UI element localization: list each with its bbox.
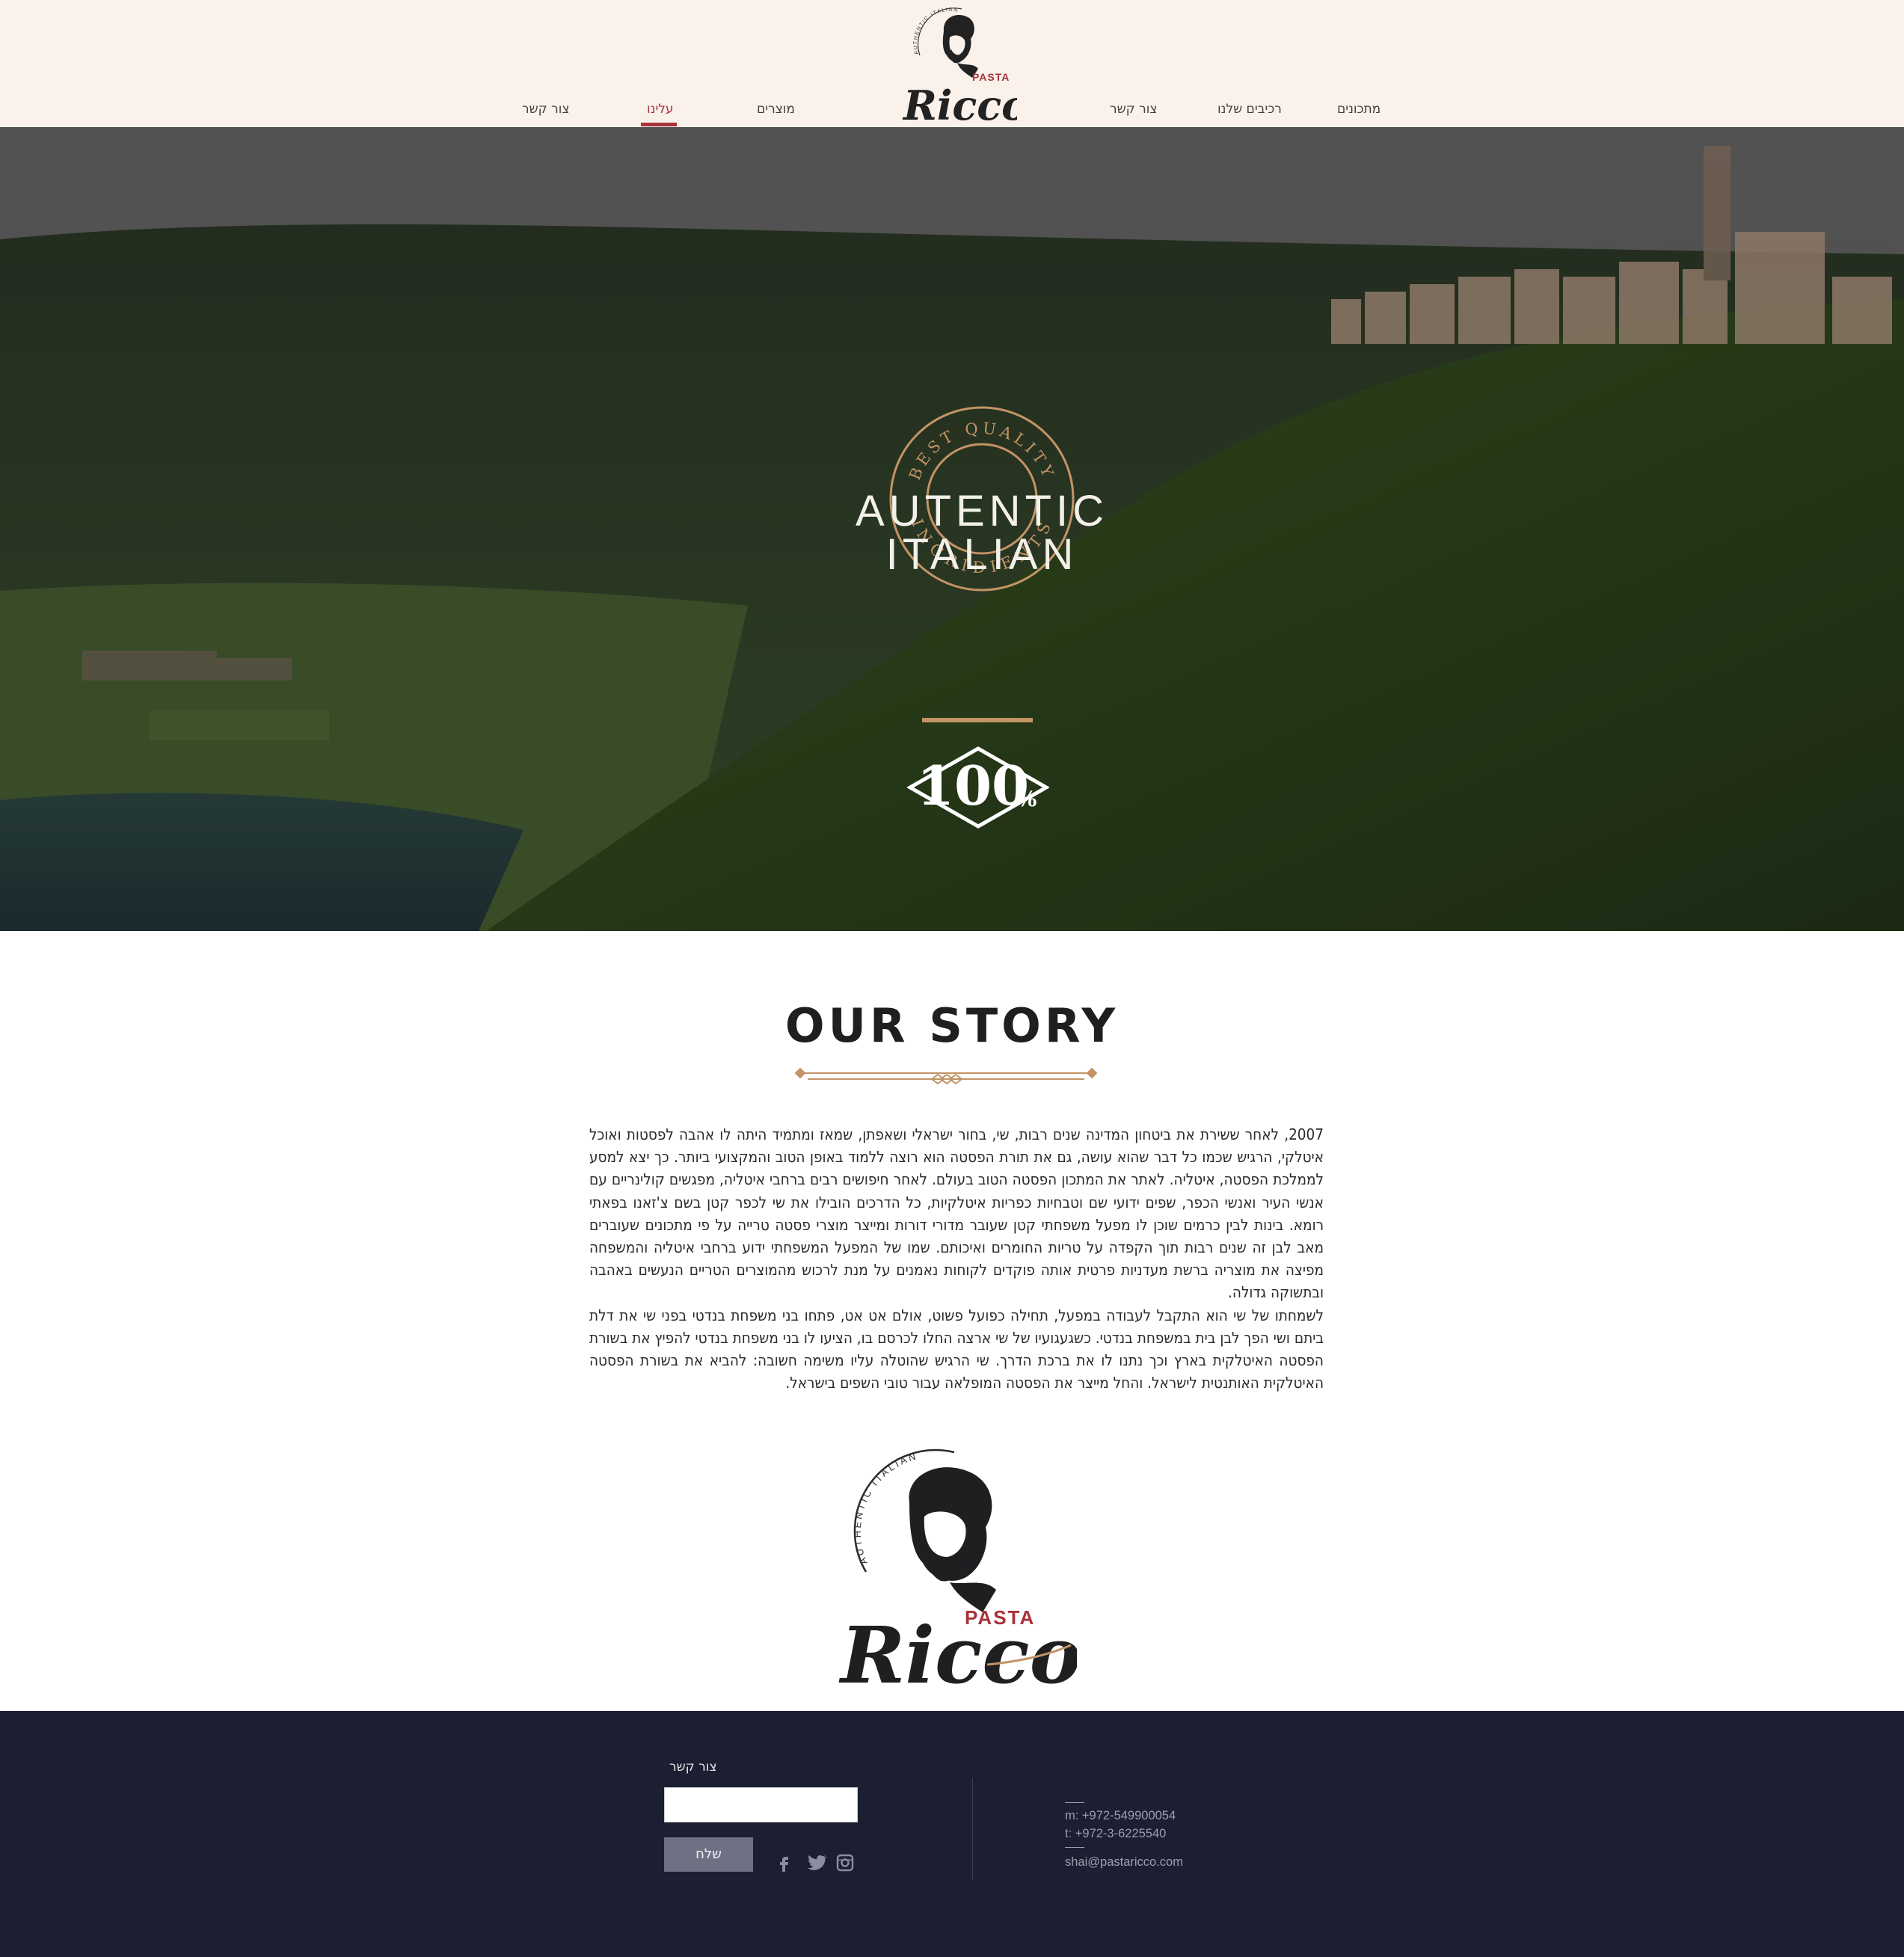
svg-text:Ricco: Ricco [838, 1609, 1077, 1698]
nav-contact-left[interactable]: צור קשר [522, 102, 569, 117]
pasta-ricco-logo: AUTHENTIC ITALIAN PASTA Ricco [838, 1448, 1077, 1698]
active-nav-indicator [641, 123, 677, 126]
svg-text:BEST QUALITY: BEST QUALITY [906, 419, 1058, 482]
facebook-icon[interactable] [776, 1854, 793, 1872]
contact-label: צור קשר [669, 1760, 717, 1775]
svg-text:Ricco: Ricco [902, 82, 1017, 127]
nav-ingredients[interactable]: רכיבים שלנו [1217, 102, 1282, 117]
header-logo[interactable]: AUTHENTIC ITALIAN PASTA Ricco [897, 1, 1017, 127]
hero-title-line2: ITALIAN [885, 530, 1078, 579]
site-footer [0, 1711, 1904, 1957]
phone-tel: t: +972-3-6225540 [1065, 1827, 1167, 1840]
phone-mobile: m: +972-549900054 [1065, 1809, 1176, 1822]
story-paragraph-1: 2007, לאחר ששירת את ביטחון המדינה שנים ר… [589, 1125, 1324, 1302]
svg-text:%: % [1017, 787, 1037, 811]
svg-text:100: 100 [917, 754, 1029, 817]
site-header: צור קשר עלינו מוצרים AUTHENTIC ITALIAN P… [0, 0, 1904, 127]
contact-dash-bottom [1065, 1847, 1084, 1848]
nav-products[interactable]: מוצרים [757, 102, 795, 117]
instagram-icon[interactable] [836, 1854, 854, 1872]
hero-title-line1: AUTENTIC [856, 487, 1108, 535]
hero-divider [922, 718, 1033, 722]
story-paragraph-2: לשמחתו של שי הוא התקבל לעבודה במפעל, תחי… [589, 1306, 1324, 1392]
story-ornament [794, 1067, 1098, 1085]
hero-section: BEST QUALITY INGRIDIENTS AUTENTIC ITALIA… [0, 127, 1904, 931]
footer-divider [972, 1778, 973, 1880]
story-title: OUR STORY [784, 998, 1120, 1053]
send-button[interactable]: שלח [664, 1837, 753, 1872]
nav-about[interactable]: עלינו [647, 102, 674, 117]
chef-face-icon [942, 15, 978, 78]
chef-face-icon [909, 1467, 996, 1612]
email-link[interactable]: shai@pastaricco.com [1065, 1855, 1183, 1870]
hundred-percent-emblem: 100 % [907, 746, 1049, 829]
story-body: 2007, לאחר ששירת את ביטחון המדינה שנים ר… [589, 1123, 1324, 1394]
contact-input[interactable] [664, 1787, 858, 1822]
nav-contact-right[interactable]: צור קשר [1110, 102, 1157, 117]
svg-text:AUTHENTIC ITALIAN: AUTHENTIC ITALIAN [852, 1450, 919, 1566]
nav-recipes[interactable]: מתכונים [1337, 102, 1381, 117]
contact-dash-top [1065, 1802, 1084, 1803]
twitter-icon[interactable] [805, 1854, 826, 1872]
